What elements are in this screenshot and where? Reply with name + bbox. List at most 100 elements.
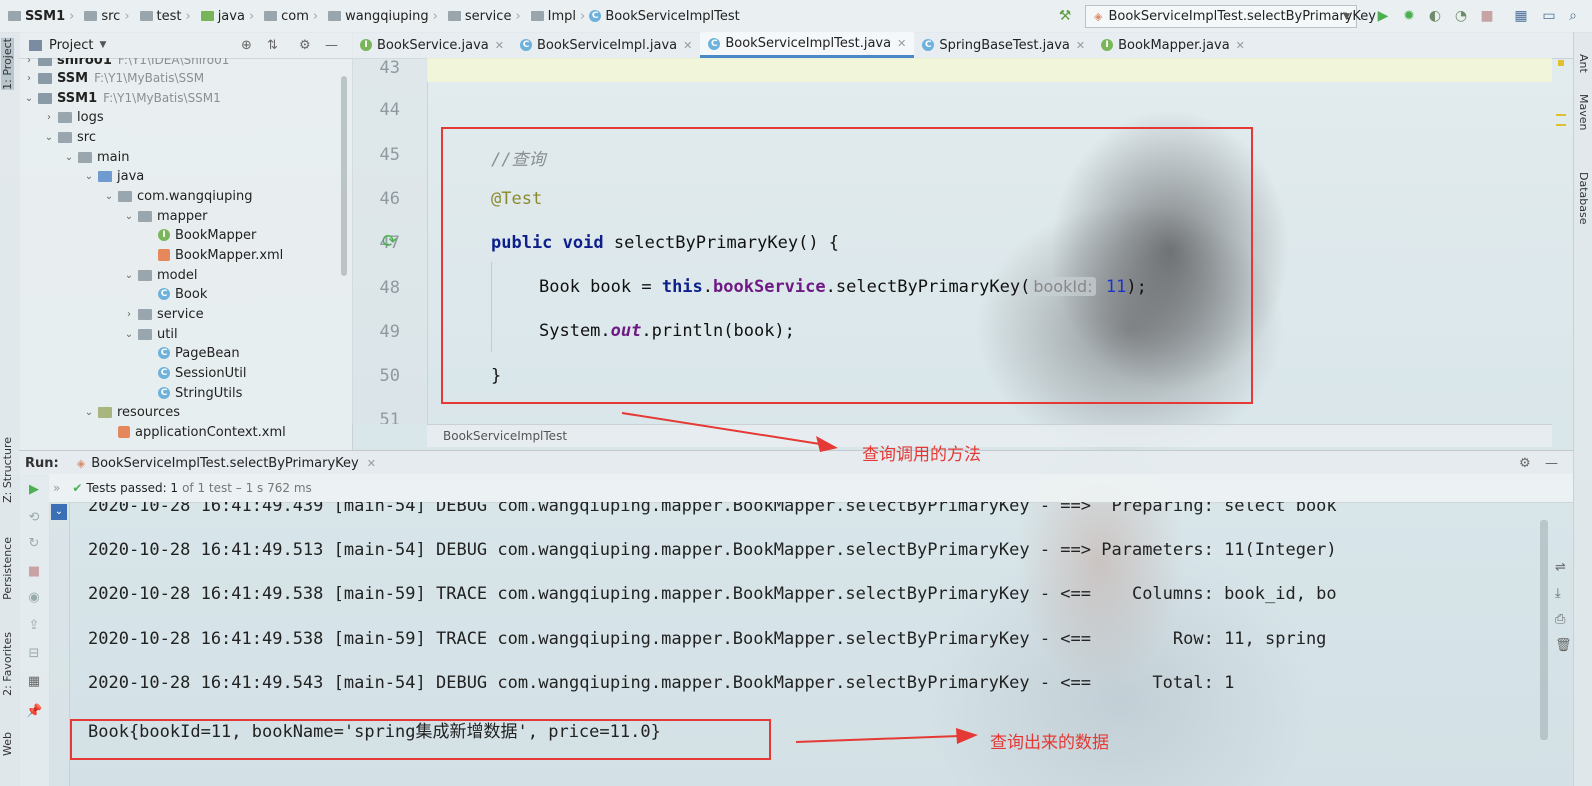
web-tool-tab[interactable]: Web: [1, 732, 14, 756]
tree-item-sessionutil[interactable]: C SessionUtil: [158, 363, 246, 383]
folder-icon: [8, 11, 21, 21]
run-configuration-select[interactable]: ◈ BookServiceImplTest.selectByPrimaryKey…: [1085, 5, 1376, 28]
search-icon[interactable]: ⌕: [1565, 8, 1581, 24]
crumb-class[interactable]: C BookServiceImplTest: [587, 9, 742, 24]
rerun-failed-icon[interactable]: ⟲: [26, 510, 42, 526]
print-icon[interactable]: ⎙: [1555, 612, 1565, 627]
tree-item-logs[interactable]: › logs: [43, 107, 104, 127]
tree-item-ssm[interactable]: › SSM F:\Y1\MyBatis\SSM: [23, 68, 204, 88]
tree-item-package[interactable]: ⌄ com.wangqiuping: [103, 186, 253, 206]
history-icon[interactable]: ⊟: [26, 646, 42, 662]
structure-tool-tab[interactable]: Z: Structure: [1, 437, 14, 503]
tab-bookmapper[interactable]: I BookMapper.java ✕: [1093, 32, 1253, 58]
result-annotation-label: 查询出来的数据: [990, 733, 1109, 753]
close-icon[interactable]: ✕: [897, 37, 906, 50]
tree-item-appcontext[interactable]: applicationContext.xml: [118, 422, 286, 442]
camera-icon[interactable]: ◉: [26, 590, 42, 606]
stop-icon[interactable]: ■: [1479, 8, 1495, 24]
tree-item-ssm1[interactable]: ⌄ SSM1 F:\Y1\MyBatis\SSM1: [23, 88, 221, 108]
close-icon[interactable]: ✕: [367, 457, 376, 470]
navigation-bar: SSM1 › src › test › java › com › wangqiuping ›…: [0, 0, 1592, 33]
crumb-impl[interactable]: Impl: [523, 9, 578, 24]
tree-item-model[interactable]: ⌄ model: [123, 265, 198, 285]
project-scrollbar[interactable]: [341, 76, 347, 276]
crumb-service[interactable]: service: [440, 9, 514, 24]
crumb-com[interactable]: com: [256, 9, 311, 24]
pin-icon[interactable]: 📌: [26, 704, 42, 720]
profile-icon[interactable]: ◔: [1453, 8, 1469, 24]
tree-item-service[interactable]: › service: [123, 304, 204, 324]
debug-icon[interactable]: ✹: [1401, 8, 1417, 24]
tree-item-java[interactable]: ⌄ java: [83, 166, 144, 186]
run-tab[interactable]: BookServiceImplTest.selectByPrimaryKey: [91, 456, 359, 471]
expand-all-icon[interactable]: »: [53, 481, 60, 495]
close-icon[interactable]: ✕: [683, 39, 692, 52]
tree-item-resources[interactable]: ⌄ resources: [83, 402, 180, 422]
favorites-tool-tab[interactable]: 2: Favorites: [1, 632, 14, 696]
coverage-icon[interactable]: ◐: [1427, 8, 1443, 24]
run-test-gutter-icon[interactable]: ⟳: [382, 231, 397, 252]
tree-item-book[interactable]: C Book: [158, 284, 207, 304]
ant-tool-tab[interactable]: Ant: [1577, 54, 1590, 73]
class-icon: C: [708, 37, 721, 50]
tree-item-pagebean[interactable]: C PageBean: [158, 343, 240, 363]
module-icon: [38, 72, 52, 84]
editor-breadcrumb: BookServiceImplTest: [427, 424, 1552, 447]
tree-item-bookmapper-xml[interactable]: BookMapper.xml: [158, 245, 283, 265]
project-tool-tab[interactable]: 1: Project: [1, 38, 14, 90]
locate-icon[interactable]: ⊕: [241, 38, 252, 53]
maven-tool-tab[interactable]: Maven: [1577, 94, 1590, 130]
tree-item-mapper[interactable]: ⌄ mapper: [123, 206, 208, 226]
tab-springbasetest[interactable]: C SpringBaseTest.java ✕: [914, 32, 1093, 58]
database-tool-tab[interactable]: Database: [1577, 172, 1590, 225]
tree-item-util[interactable]: ⌄ util: [123, 324, 178, 344]
build-hammer-icon[interactable]: ⚒: [1057, 8, 1073, 24]
crumb-project[interactable]: SSM1: [0, 9, 67, 24]
line-number: 43: [379, 58, 400, 78]
scroll-to-end-icon[interactable]: ⤓: [1555, 586, 1561, 601]
class-icon: C: [922, 39, 935, 51]
gear-icon[interactable]: ⚙: [299, 38, 311, 53]
current-line-highlight: [427, 58, 1552, 82]
minimize-icon[interactable]: —: [325, 38, 338, 53]
close-icon[interactable]: ✕: [1076, 39, 1085, 52]
crumb-java[interactable]: java: [193, 9, 247, 24]
close-icon[interactable]: ✕: [1236, 39, 1245, 52]
tab-bookservice[interactable]: I BookService.java ✕: [352, 32, 512, 58]
console-scrollbar[interactable]: [1540, 520, 1548, 740]
crumb-src[interactable]: src: [76, 9, 122, 24]
soft-wrap-icon[interactable]: ⇌: [1555, 560, 1566, 575]
layout-icon[interactable]: ▦: [26, 674, 42, 690]
tree-item-bookmapper[interactable]: I BookMapper: [158, 225, 256, 245]
export-icon[interactable]: ⇪: [26, 618, 42, 634]
tree-item-src[interactable]: ⌄ src: [43, 127, 96, 147]
layout-icon[interactable]: ▭: [1541, 8, 1557, 24]
tree-item-main[interactable]: ⌄ main: [63, 147, 130, 167]
crumb-wangqiuping[interactable]: wangqiuping: [320, 9, 431, 24]
interface-icon: I: [360, 39, 372, 51]
stop-icon[interactable]: ■: [26, 564, 42, 580]
minimize-icon[interactable]: —: [1545, 456, 1558, 471]
persistence-tool-tab[interactable]: Persistence: [1, 537, 14, 600]
trash-icon[interactable]: 🗑: [1555, 638, 1572, 653]
console-line: 2020-10-28 16:41:49.439 [main-54] DEBUG …: [88, 502, 1337, 516]
toggle-autotest-icon[interactable]: ↻: [26, 536, 42, 552]
chevron-down-icon[interactable]: ⌄: [51, 504, 67, 520]
rerun-icon[interactable]: ▶: [26, 482, 42, 498]
chevron-down-icon[interactable]: ▼: [99, 40, 106, 50]
tree-item-stringutils[interactable]: C StringUtils: [158, 383, 242, 403]
editor-scrollbar[interactable]: [1556, 58, 1566, 438]
close-icon[interactable]: ✕: [495, 39, 504, 52]
folder-icon: [447, 11, 461, 21]
editor-breadcrumb-class[interactable]: BookServiceImplTest: [443, 429, 567, 443]
tests-detail-label: of 1 test – 1 s 762 ms: [182, 481, 312, 495]
tab-bookserviceimpl[interactable]: C BookServiceImpl.java ✕: [512, 32, 700, 58]
folder-icon: [58, 131, 72, 143]
run-icon[interactable]: ▶: [1375, 8, 1391, 24]
project-structure-icon[interactable]: ▦: [1513, 8, 1529, 24]
collapse-icon[interactable]: ⇅: [267, 38, 278, 53]
project-view-select[interactable]: Project: [49, 38, 93, 53]
crumb-test[interactable]: test: [132, 9, 184, 24]
gear-icon[interactable]: ⚙: [1519, 456, 1531, 471]
tab-bookserviceimpltest[interactable]: C BookServiceImplTest.java ✕: [700, 32, 915, 58]
